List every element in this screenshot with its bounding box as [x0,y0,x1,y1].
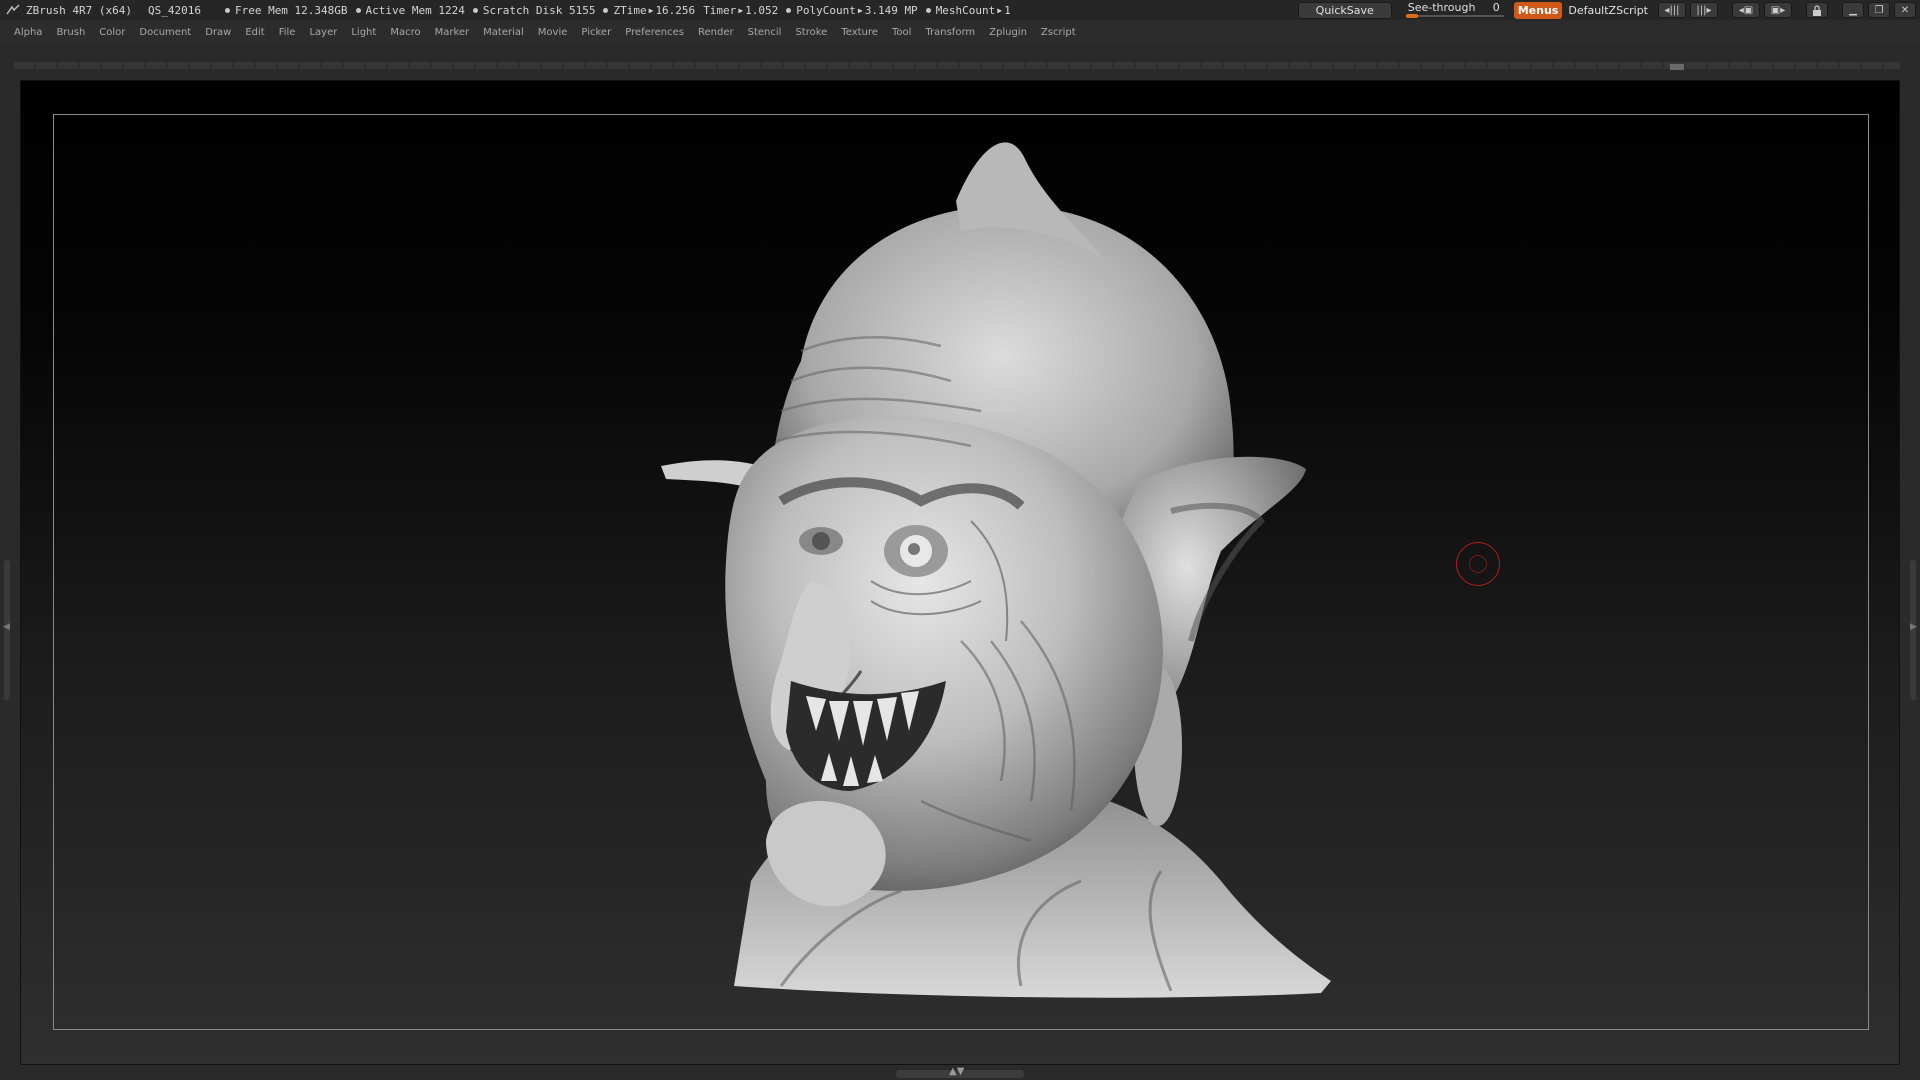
see-through-value: 0 [1492,1,1500,14]
expand-right-icon[interactable]: ▶ [1910,622,1917,632]
stat-label: Scratch Disk 5155 [482,3,596,17]
bullet-icon [925,7,931,13]
arrow-right-icon: ▶ [997,5,1003,15]
stat-active-mem: Active Mem 1224 [355,3,465,17]
ztime-label: ZTime [613,3,647,17]
expand-left-icon[interactable]: ◀ [3,622,10,632]
lock-icon[interactable] [1806,2,1828,18]
stat-scratch-disk: Scratch Disk 5155 [472,3,596,17]
see-through-slider[interactable]: See-through 0 [1398,1,1508,19]
restore-icon[interactable]: ❐ [1868,2,1890,18]
menu-layer[interactable]: Layer [309,27,337,38]
zbrush-logo-icon [4,2,22,18]
menu-texture[interactable]: Texture [841,27,878,38]
menu-color[interactable]: Color [99,27,125,38]
quicksave-button[interactable]: QuickSave [1297,1,1392,19]
see-through-label: See-through [1407,1,1476,14]
stat-polycount: PolyCount ▶ 3.149 MP [786,3,918,17]
file-name: QS_42016 [147,3,201,17]
bullet-icon [355,7,361,13]
menus-toggle-button[interactable]: Menus [1513,1,1563,19]
minimize-icon[interactable]: ▁ [1842,2,1864,18]
menu-marker[interactable]: Marker [435,27,470,38]
menu-zplugin[interactable]: Zplugin [989,27,1027,38]
menu-document[interactable]: Document [139,27,191,38]
goblin-head-model[interactable] [21,81,1901,1066]
bullet-icon [603,7,609,13]
menu-preferences[interactable]: Preferences [625,27,684,38]
slider-track [1405,15,1504,17]
timer-value: 1.052 [745,3,779,17]
color-scheme-next-icon[interactable]: ▣▸ [1764,2,1792,18]
stat-timer: Timer ▶ 1.052 [703,4,778,17]
menu-alpha[interactable]: Alpha [14,27,42,38]
timer-label: Timer [703,3,737,17]
stat-label: Active Mem 1224 [365,3,465,17]
meshcount-label: MeshCount [935,3,996,17]
bullet-icon [786,7,792,13]
expand-bottom-icon[interactable]: ▲▼ [949,1066,964,1077]
menu-brush[interactable]: Brush [56,27,85,38]
ztime-value: 16.256 [655,3,696,17]
menu-stroke[interactable]: Stroke [795,27,827,38]
menu-stencil[interactable]: Stencil [748,27,782,38]
menu-light[interactable]: Light [351,27,376,38]
polycount-value: 3.149 MP [864,3,918,17]
bullet-icon [224,7,230,13]
default-zscript-button[interactable]: DefaultZScript [1568,4,1648,17]
meshcount-value: 1 [1004,3,1011,17]
menu-macro[interactable]: Macro [390,27,420,38]
app-title: ZBrush 4R7 (x64) [26,3,132,17]
menu-render[interactable]: Render [698,27,734,38]
title-bar: ZBrush 4R7 (x64) QS_42016 Free Mem 12.34… [0,0,1920,20]
color-scheme-prev-icon[interactable]: ◂▣ [1732,2,1760,18]
main-menu-bar: Alpha Brush Color Document Draw Edit Fil… [0,20,1920,45]
arrow-right-icon: ▶ [857,5,863,15]
menu-zscript[interactable]: Zscript [1041,27,1076,38]
menu-transform[interactable]: Transform [925,27,975,38]
stat-free-mem: Free Mem 12.348GB [224,3,348,17]
stats-bar: Free Mem 12.348GB Active Mem 1224 Scratc… [224,3,1019,17]
shelf-scroll-handle[interactable] [1670,64,1684,70]
ui-layout-next-icon[interactable]: |||▸ [1690,2,1718,18]
arrow-right-icon: ▶ [738,5,744,15]
slider-knob[interactable] [1405,14,1418,18]
arrow-right-icon: ▶ [648,5,654,15]
stat-label: Free Mem 12.348GB [234,3,348,17]
right-tray: ▶ [1906,80,1920,1070]
menu-file[interactable]: File [279,27,296,38]
polycount-label: PolyCount [796,3,856,17]
stat-meshcount: MeshCount ▶ 1 [925,3,1011,17]
ui-layout-prev-icon[interactable]: ◂||| [1658,2,1686,18]
menu-material[interactable]: Material [483,27,524,38]
left-tray: ◀ [0,80,14,1070]
brush-cursor-inner [1469,555,1487,573]
bullet-icon [472,7,478,13]
stat-ztime: ZTime ▶ 16.256 [603,4,695,17]
menu-edit[interactable]: Edit [245,27,264,38]
top-shelf [14,62,1900,69]
menu-draw[interactable]: Draw [205,27,231,38]
menu-picker[interactable]: Picker [581,27,611,38]
close-icon[interactable]: ✕ [1894,2,1916,18]
titlebar-controls: QuickSave See-through 0 Menus DefaultZSc… [1297,0,1920,20]
menu-movie[interactable]: Movie [538,27,568,38]
document-canvas[interactable] [20,80,1900,1065]
menu-tool[interactable]: Tool [892,27,911,38]
